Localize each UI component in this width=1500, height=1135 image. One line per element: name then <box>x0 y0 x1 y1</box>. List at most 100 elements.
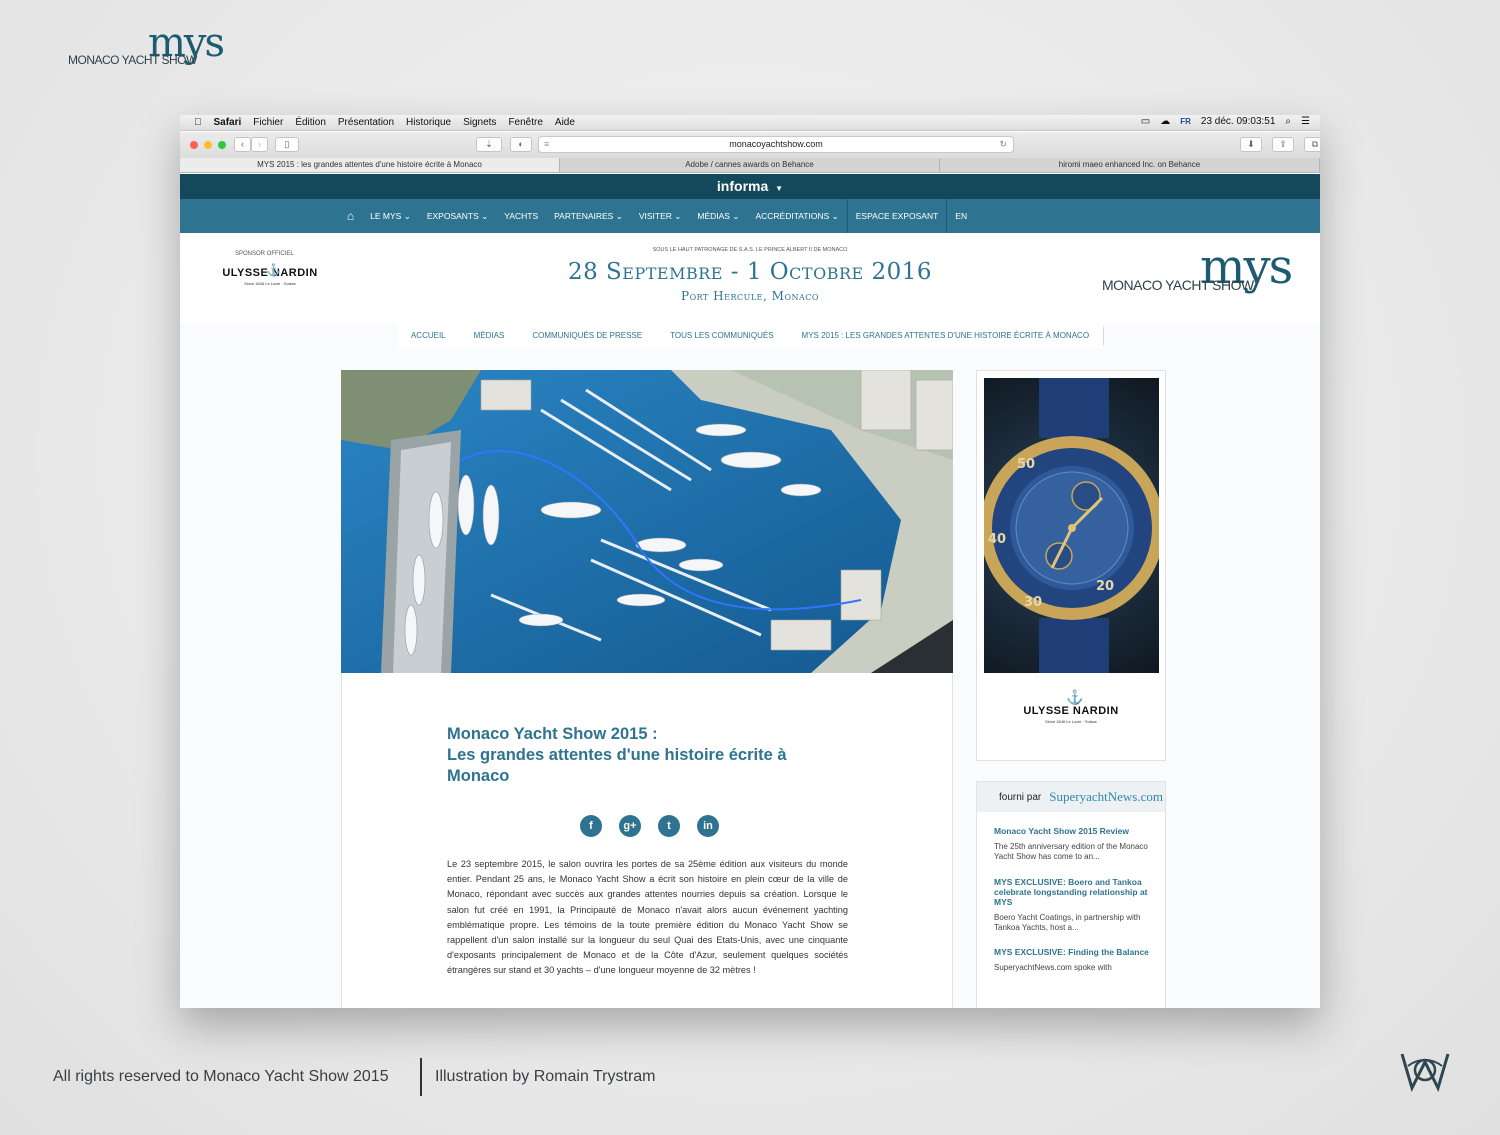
menu-fichier[interactable]: Fichier <box>253 117 283 128</box>
facebook-icon[interactable]: f <box>580 815 602 837</box>
logo-text: MONACO YACHT SHOW <box>68 53 197 67</box>
nav-label: VISITER <box>638 211 672 221</box>
nav-label: ESPACE EXPOSANT <box>855 211 939 221</box>
news-desc: Boero Yacht Coatings, in partnership wit… <box>994 913 1141 932</box>
news-title[interactable]: MYS EXCLUSIVE: Finding the Balance <box>994 947 1154 957</box>
informa-bar: informa ▼ <box>180 174 1320 199</box>
hero-illustration <box>341 370 953 673</box>
site-logo-text: MONACO YACHT SHOW <box>1102 277 1254 293</box>
news-provider[interactable]: SuperyachtNews.com <box>1049 789 1163 805</box>
reader-icon[interactable]: ≡ <box>544 137 549 152</box>
reload-icon[interactable]: ↻ <box>999 137 1007 152</box>
watch-number-20: 20 <box>1096 579 1114 594</box>
article-body: Le 23 septembre 2015, le salon ouvrira l… <box>447 859 848 976</box>
menubar-status: ▭ ☁ FR 23 déc. 09:03:51 ⌕ ☰ <box>1131 116 1310 127</box>
url-bar[interactable]: ≡ monacoyachtshow.com ↻ <box>538 136 1014 153</box>
breadcrumb-accueil[interactable]: ACCUEIL <box>396 323 461 349</box>
nav-label: LE MYS <box>370 211 402 221</box>
list-icon[interactable]: ☰ <box>1301 116 1310 127</box>
menu-fenetre[interactable]: Fenêtre <box>508 117 542 128</box>
breadcrumb: ACCUEIL MÉDIAS COMMUNIQUÉS DE PRESSE TOU… <box>180 323 1320 349</box>
breadcrumb-current[interactable]: MYS 2015 : LES GRANDES ATTENTES D'UNE HI… <box>787 323 1104 349</box>
news-widget: fourni par SuperyachtNews.com Monaco Yac… <box>976 781 1166 1008</box>
informa-logo[interactable]: informa <box>717 178 768 194</box>
article-title-line2: Les grandes attentes d'une histoire écri… <box>447 746 787 785</box>
copyright-text: All rights reserved to Monaco Yacht Show… <box>53 1068 389 1085</box>
article-title: Monaco Yacht Show 2015 : Les grandes att… <box>447 724 837 787</box>
news-title[interactable]: Monaco Yacht Show 2015 Review <box>994 826 1154 836</box>
tab-mys[interactable]: MYS 2015 : les grandes attentes d'une hi… <box>180 158 560 172</box>
breadcrumb-tous-communiques[interactable]: TOUS LES COMMUNIQUÉS <box>656 323 789 349</box>
nav-exposants[interactable]: EXPOSANTS ⌄ <box>419 199 496 233</box>
author-monogram-icon <box>1398 1048 1452 1094</box>
flag-fr-icon[interactable]: FR <box>1180 117 1191 126</box>
apple-icon[interactable]:  <box>194 117 202 128</box>
minimize-button[interactable] <box>204 141 212 149</box>
nav-visiter[interactable]: VISITER ⌄ <box>631 199 690 233</box>
google-plus-icon[interactable]: g+ <box>619 815 641 837</box>
share-icon[interactable]: ⇪ <box>1272 137 1294 152</box>
article: Monaco Yacht Show 2015 : Les grandes att… <box>341 673 953 1008</box>
port-hercule-illustration <box>341 370 953 673</box>
patronage-text: SOUS LE HAUT PATRONAGE DE S.A.S. LE PRIN… <box>652 247 848 253</box>
watch-image: 50 40 30 20 <box>984 378 1159 673</box>
url-text: monacoyachtshow.com <box>729 139 823 149</box>
news-item[interactable]: MYS EXCLUSIVE: Finding the Balance Super… <box>994 947 1154 973</box>
menu-aide[interactable]: Aide <box>555 117 575 128</box>
menu-signets[interactable]: Signets <box>463 117 496 128</box>
news-item[interactable]: MYS EXCLUSIVE: Boero and Tankoa celebrat… <box>994 877 1154 933</box>
illustration-credit: Illustration by Romain Trystram <box>435 1068 656 1085</box>
nav-accreditations[interactable]: ACCRÉDITATIONS ⌄ <box>747 199 846 233</box>
presentation-logo: mys MONACO YACHT SHOW <box>68 20 248 86</box>
nav-language-en[interactable]: EN <box>947 199 975 233</box>
tabs-icon[interactable]: ⧉ <box>1304 137 1320 152</box>
linkedin-icon[interactable]: in <box>697 815 719 837</box>
ad-brand: ULYSSE NARDIN <box>1023 705 1119 717</box>
chevron-down-icon[interactable]: ▼ <box>775 184 783 193</box>
downloads-icon[interactable]: ⬇ <box>1240 137 1262 152</box>
watch-illustration: 50 40 30 20 <box>984 378 1159 673</box>
tab-adobe[interactable]: Adobe / cannes awards on Behance <box>560 158 940 172</box>
news-provider-label: fourni par <box>999 791 1042 803</box>
menu-edition[interactable]: Édition <box>295 117 326 128</box>
footer-divider <box>420 1058 422 1096</box>
nav-label: YACHTS <box>504 211 539 221</box>
ad-tagline: Since 1846 Le Locle · Suisse <box>1045 719 1097 724</box>
download-bar-icon[interactable]: ⇣ <box>476 137 502 152</box>
sidebar-icon[interactable]: ▯ <box>275 137 299 152</box>
mac-menubar:  Safari Fichier Édition Présentation Hi… <box>180 115 1320 131</box>
news-desc: The 25th anniversary edition of the Mona… <box>994 842 1148 861</box>
news-header: fourni par SuperyachtNews.com <box>977 782 1165 812</box>
nav-le-mys[interactable]: LE MYS ⌄ <box>362 199 419 233</box>
nav-label: EXPOSANTS <box>426 211 479 221</box>
nav-yachts[interactable]: YACHTS <box>496 199 546 233</box>
menu-historique[interactable]: Historique <box>406 117 451 128</box>
menu-presentation[interactable]: Présentation <box>338 117 394 128</box>
forward-button[interactable]: › <box>251 137 268 152</box>
watch-number-40: 40 <box>988 532 1006 547</box>
news-title[interactable]: MYS EXCLUSIVE: Boero and Tankoa celebrat… <box>994 877 1154 907</box>
nav-label: EN <box>955 211 968 221</box>
nav-espace-exposant[interactable]: ESPACE EXPOSANT <box>846 199 948 233</box>
main-nav: ⌂ LE MYS ⌄ EXPOSANTS ⌄ YACHTS PARTENAIRE… <box>180 199 1320 233</box>
back-button[interactable]: ‹ <box>234 137 251 152</box>
menu-safari[interactable]: Safari <box>214 117 242 128</box>
cloud-icon[interactable]: ☁ <box>1160 116 1170 127</box>
tab-hiromi[interactable]: hiromi maeo enhanced Inc. on Behance <box>940 158 1320 172</box>
breadcrumb-medias[interactable]: MÉDIAS <box>459 323 519 349</box>
zoom-button[interactable] <box>218 141 226 149</box>
nav-medias[interactable]: MÉDIAS ⌄ <box>689 199 747 233</box>
home-icon[interactable]: ⌂ <box>339 199 362 233</box>
screen-icon[interactable]: ▭ <box>1141 116 1150 127</box>
watch-number-50: 50 <box>1017 457 1035 472</box>
spotlight-icon[interactable]: ⌕ <box>1285 116 1291 127</box>
close-button[interactable] <box>190 141 198 149</box>
sidebar-ad[interactable]: 50 40 30 20 ULYSSE NARDIN Since 1846 Le … <box>976 370 1166 761</box>
news-item[interactable]: Monaco Yacht Show 2015 Review The 25th a… <box>994 826 1154 862</box>
browser-toolbar: ‹ › ▯ ⇣ ◐ ≡ monacoyachtshow.com ↻ ⬇ ⇪ ⧉ <box>180 132 1320 158</box>
clock[interactable]: 23 déc. 09:03:51 <box>1201 116 1276 127</box>
privacy-icon[interactable]: ◐ <box>510 137 532 152</box>
twitter-icon[interactable]: t <box>658 815 680 837</box>
breadcrumb-communiques[interactable]: COMMUNIQUÉS DE PRESSE <box>518 323 657 349</box>
nav-partenaires[interactable]: PARTENAIRES ⌄ <box>546 199 631 233</box>
